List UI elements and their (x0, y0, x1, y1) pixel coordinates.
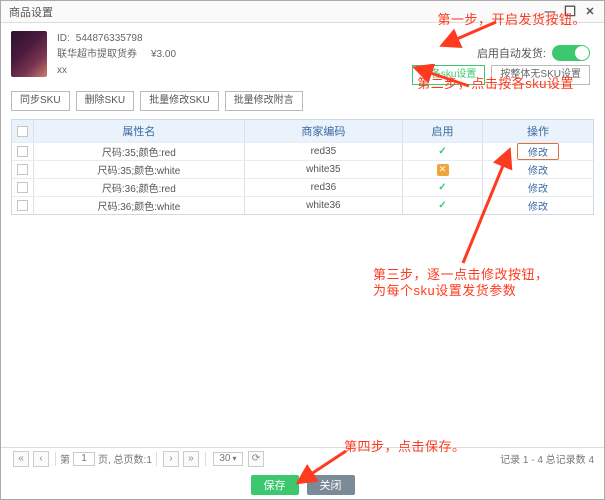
cell-code: white35 (245, 161, 403, 178)
product-settings-window: 商品设置 — ☐ ✕ ID: 544876335798 联华超市提取货券 ¥3.00… (0, 0, 605, 500)
product-price: ¥3.00 (151, 49, 176, 60)
annotation-step3b: 为每个sku设置发货参数 (373, 280, 516, 299)
sku-table: 属性名 商家编码 启用 操作 尺码:35;颜色:redred35✓修改尺码:35… (11, 119, 594, 215)
maximize-button[interactable]: ☐ (562, 4, 578, 20)
id-label: ID: (57, 33, 70, 44)
close-button[interactable]: 关闭 (307, 475, 355, 495)
select-all-checkbox[interactable] (17, 126, 28, 137)
cell-enabled: ✕ (403, 161, 483, 178)
table-footer: « ‹ 第 1 页, 总页数:1 › » 30 ▾ ⟳ 记录 1 - 4 总记录… (1, 447, 604, 469)
modify-link[interactable]: 修改 (517, 143, 559, 160)
cell-attr: 尺码:35;颜色:white (34, 161, 245, 178)
save-button[interactable]: 保存 (251, 475, 299, 495)
cell-enabled: ✓ (403, 197, 483, 214)
product-extra: xx (57, 65, 67, 76)
auto-ship-label: 启用自动发货: (477, 45, 546, 61)
mode-buttons: 按各sku设置 按整体无SKU设置 (412, 65, 590, 85)
enabled-check-icon: ✓ (438, 182, 446, 193)
modify-link[interactable]: 修改 (528, 162, 548, 177)
table-row: 尺码:35;颜色:whitewhite35 ✕ 修改 (12, 160, 593, 178)
page-prev-button[interactable]: ‹ (33, 451, 49, 467)
cell-code: red36 (245, 179, 403, 196)
header-op: 操作 (483, 120, 593, 142)
cell-enabled: ✓ (403, 179, 483, 196)
modify-link[interactable]: 修改 (528, 180, 548, 195)
minimize-button[interactable]: — (542, 4, 558, 20)
table-row: 尺码:36;颜色:whitewhite36 ✓ 修改 (12, 196, 593, 214)
mode-by-sku-button[interactable]: 按各sku设置 (412, 65, 486, 85)
footer-actions: 保存 关闭 (1, 471, 604, 499)
table-row: 尺码:36;颜色:redred36 ✓ 修改 (12, 178, 593, 196)
enabled-check-icon: ✓ (438, 200, 446, 211)
header-attr: 属性名 (34, 120, 245, 142)
product-id: 544876335798 (76, 33, 143, 44)
cell-attr: 尺码:36;颜色:white (34, 197, 245, 214)
row-checkbox[interactable] (17, 146, 28, 157)
batch-edit-sku-button[interactable]: 批量修改SKU (140, 91, 219, 111)
page-next-button[interactable]: › (163, 451, 179, 467)
disabled-x-icon: ✕ (437, 164, 449, 176)
annotation-step3a: 第三步，逐一点击修改按钮， (373, 264, 549, 283)
close-window-button[interactable]: ✕ (582, 4, 598, 20)
modify-link[interactable]: 修改 (528, 198, 548, 213)
toolbar: 同步SKU 删除SKU 批量修改SKU 批量修改附言 (1, 85, 604, 119)
sync-sku-button[interactable]: 同步SKU (11, 91, 70, 111)
page-suffix: 页, 总页数:1 (98, 451, 152, 466)
window-title: 商品设置 (9, 4, 538, 20)
row-checkbox[interactable] (17, 164, 28, 175)
page-number-input[interactable]: 1 (73, 452, 95, 466)
delete-sku-button[interactable]: 删除SKU (76, 91, 135, 111)
product-name: 联华超市提取货券 (57, 49, 137, 60)
header-checkbox-cell (12, 120, 34, 142)
page-last-button[interactable]: » (183, 451, 199, 467)
row-checkbox[interactable] (17, 182, 28, 193)
mode-whole-button[interactable]: 按整体无SKU设置 (491, 65, 590, 85)
cell-code: white36 (245, 197, 403, 214)
batch-edit-note-button[interactable]: 批量修改附言 (225, 91, 303, 111)
header-enabled: 启用 (403, 120, 483, 142)
row-checkbox[interactable] (17, 200, 28, 211)
auto-ship-toggle[interactable] (552, 45, 590, 61)
auto-ship-row: 启用自动发货: (477, 45, 590, 61)
cell-attr: 尺码:35;颜色:red (34, 143, 245, 160)
cell-attr: 尺码:36;颜色:red (34, 179, 245, 196)
enabled-check-icon: ✓ (438, 146, 446, 157)
table-header-row: 属性名 商家编码 启用 操作 (12, 120, 593, 142)
page-prefix: 第 (60, 451, 70, 466)
product-header: ID: 544876335798 联华超市提取货券 ¥3.00 xx 启用自动发货:… (1, 23, 604, 85)
cell-enabled: ✓ (403, 143, 483, 160)
page-refresh-button[interactable]: ⟳ (248, 451, 264, 467)
page-size-select[interactable]: 30 ▾ (213, 452, 243, 466)
page-first-button[interactable]: « (13, 451, 29, 467)
titlebar: 商品设置 — ☐ ✕ (1, 1, 604, 23)
header-code: 商家编码 (245, 120, 403, 142)
product-image (11, 31, 47, 77)
record-count: 记录 1 - 4 总记录数 4 (500, 451, 594, 466)
table-row: 尺码:35;颜色:redred35 ✓ 修改 (12, 142, 593, 160)
cell-code: red35 (245, 143, 403, 160)
product-meta: ID: 544876335798 联华超市提取货券 ¥3.00 xx (57, 31, 176, 79)
